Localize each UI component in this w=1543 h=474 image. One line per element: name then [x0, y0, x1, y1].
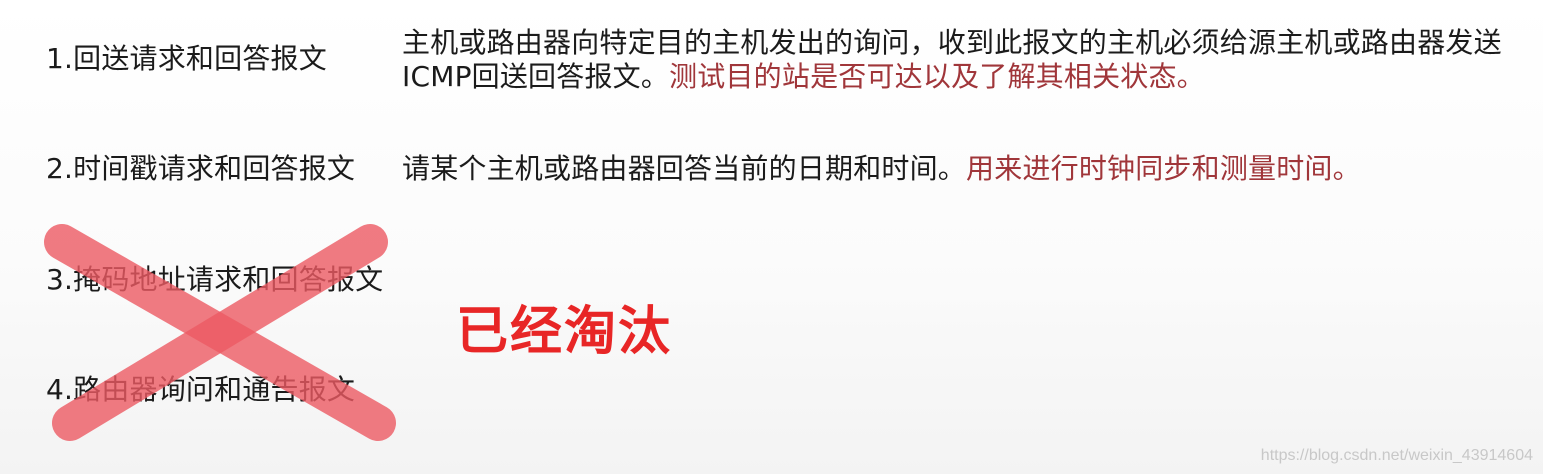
router-solicitation-advertisement-title: 4.路由器询问和通告报文 [46, 373, 356, 406]
echo-description-highlight: 测试目的站是否可达以及了解其相关状态。 [669, 60, 1205, 93]
echo-request-reply-description: 主机或路由器向特定目的主机发出的询问，收到此报文的主机必须给源主机或路由器发送I… [402, 26, 1512, 94]
deprecated-label: 已经淘汰 [456, 302, 673, 362]
timestamp-request-reply-title: 2.时间戳请求和回答报文 [46, 152, 356, 185]
timestamp-request-reply-description: 请某个主机或路由器回答当前的日期和时间。用来进行时钟同步和测量时间。 [402, 152, 1512, 186]
timestamp-description-text: 请某个主机或路由器回答当前的日期和时间。 [402, 152, 967, 185]
echo-request-reply-title: 1.回送请求和回答报文 [46, 42, 327, 75]
mask-address-request-reply-title: 3.掩码地址请求和回答报文 [46, 263, 384, 296]
timestamp-description-highlight: 用来进行时钟同步和测量时间。 [966, 152, 1361, 185]
source-watermark: https://blog.csdn.net/weixin_43914604 [1260, 447, 1533, 464]
deprecated-cross-mark [44, 224, 396, 441]
